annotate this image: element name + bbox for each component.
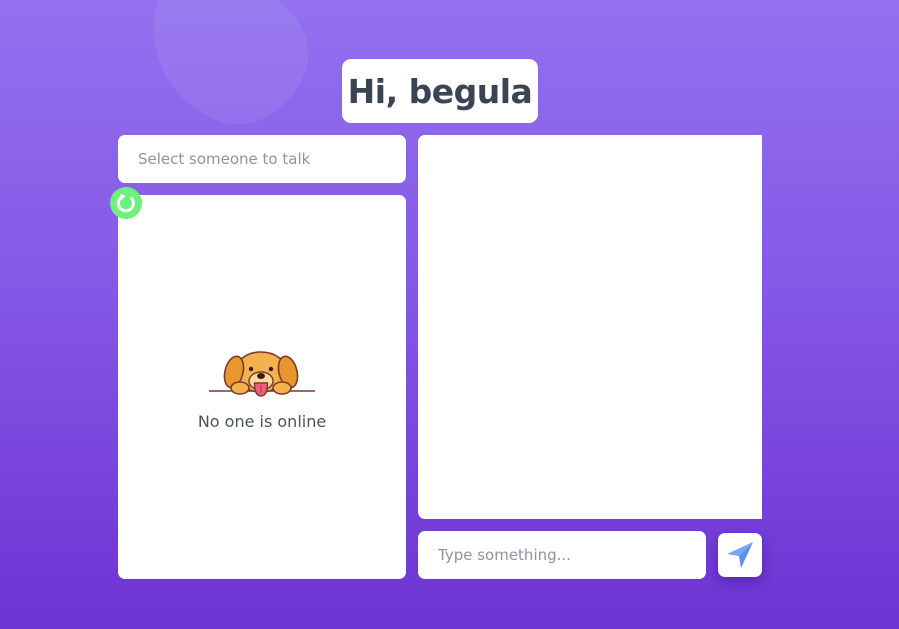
background-blob xyxy=(128,0,326,142)
send-button[interactable] xyxy=(718,533,762,577)
empty-state: No one is online xyxy=(118,350,406,431)
message-input[interactable] xyxy=(418,531,706,579)
send-icon xyxy=(727,542,753,568)
user-select-placeholder: Select someone to talk xyxy=(138,150,311,168)
refresh-icon xyxy=(113,190,139,216)
greeting-text: Hi, begula xyxy=(347,71,533,111)
chat-messages-panel xyxy=(418,135,762,519)
puppy-icon xyxy=(209,351,315,397)
user-select[interactable]: Select someone to talk xyxy=(118,135,406,183)
refresh-button[interactable] xyxy=(110,187,142,219)
greeting-header: Hi, begula xyxy=(342,59,538,123)
empty-state-message: No one is online xyxy=(197,412,327,431)
